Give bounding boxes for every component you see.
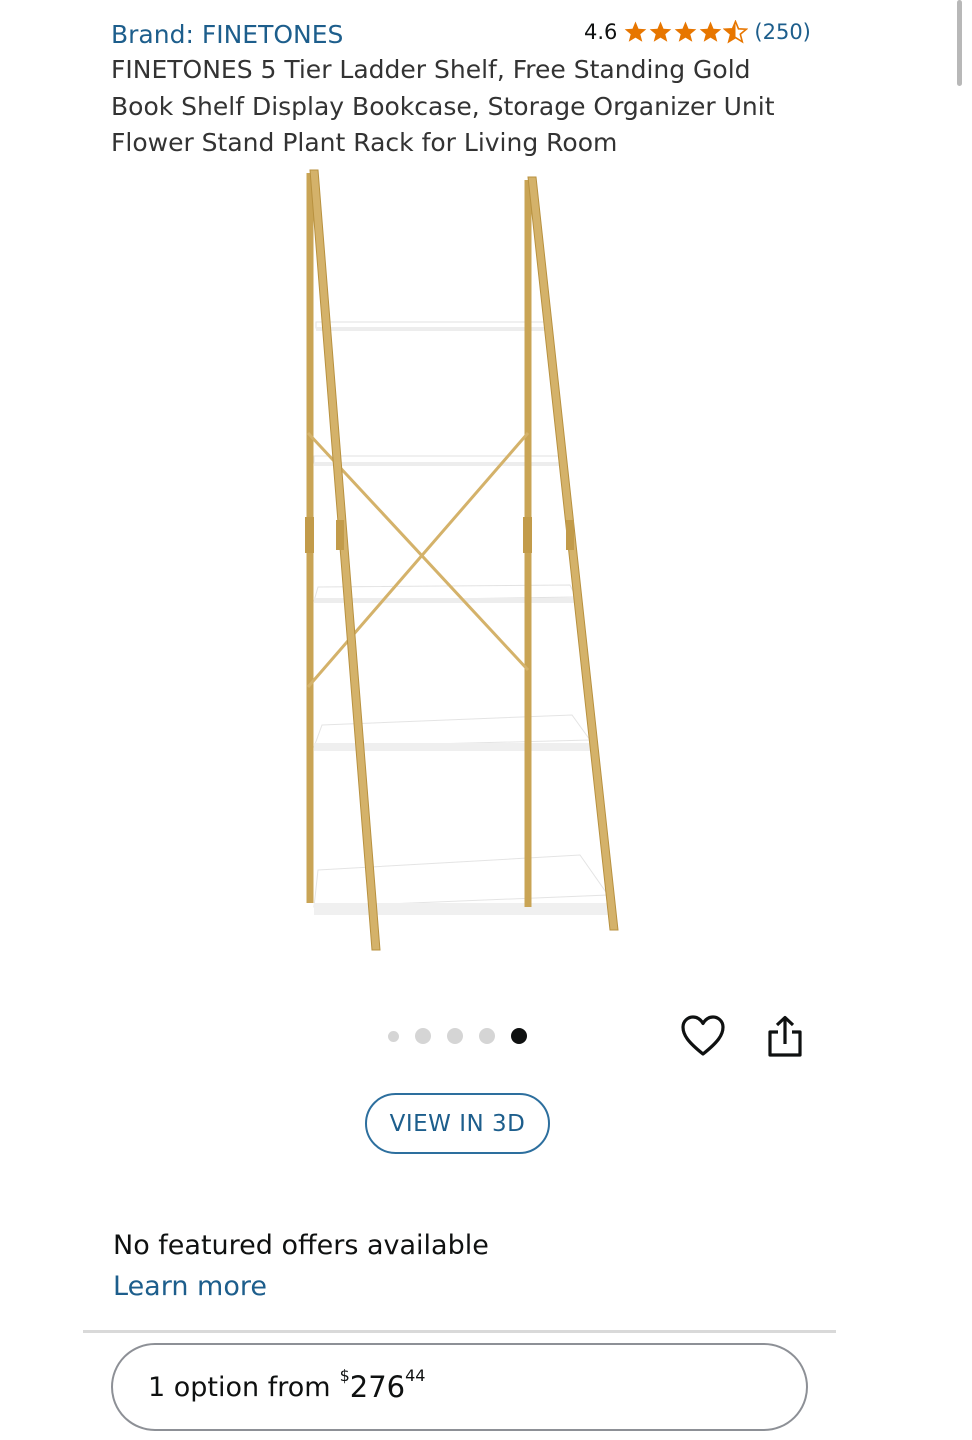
star-icon — [650, 21, 672, 42]
carousel-dot[interactable] — [479, 1028, 495, 1044]
learn-more-link[interactable]: Learn more — [113, 1269, 267, 1305]
carousel-dot[interactable] — [388, 1030, 399, 1042]
star-rating — [623, 20, 749, 44]
shelf-frame — [305, 169, 619, 951]
rating-summary[interactable]: 4.6 (250) — [584, 16, 811, 48]
star-icon — [625, 21, 647, 42]
price-fraction: 44 — [405, 1366, 426, 1385]
no-offers-message: No featured offers available — [113, 1230, 489, 1261]
option-price: $276 44 — [339, 1366, 426, 1405]
ladder-shelf-image[interactable] — [280, 165, 640, 960]
rating-score: 4.6 — [584, 20, 618, 44]
carousel-dot[interactable] — [415, 1028, 431, 1044]
carousel-dot[interactable] — [447, 1028, 463, 1044]
share-icon[interactable] — [764, 1014, 806, 1060]
heart-icon[interactable] — [680, 1014, 726, 1058]
image-carousel-indicator[interactable] — [388, 1026, 543, 1046]
price-whole: 276 — [349, 1370, 406, 1404]
scrollbar[interactable] — [957, 0, 962, 86]
rating-count[interactable]: (250) — [754, 20, 810, 44]
product-title: FINETONES 5 Tier Ladder Shelf, Free Stan… — [111, 55, 775, 157]
star-icon — [675, 21, 697, 42]
divider — [83, 1330, 836, 1333]
option-label: 1 option from — [148, 1371, 331, 1403]
star-icon — [700, 21, 722, 42]
view-in-3d-button[interactable]: VIEW IN 3D — [365, 1093, 550, 1154]
buying-options-button[interactable]: 1 option from $276 44 — [111, 1343, 808, 1431]
brand-link[interactable]: Brand: FINETONES — [111, 18, 343, 52]
price-currency: $ — [339, 1366, 350, 1385]
carousel-dot-active[interactable] — [511, 1028, 527, 1044]
shelf-boards — [313, 321, 609, 915]
half-star-icon — [723, 20, 749, 44]
